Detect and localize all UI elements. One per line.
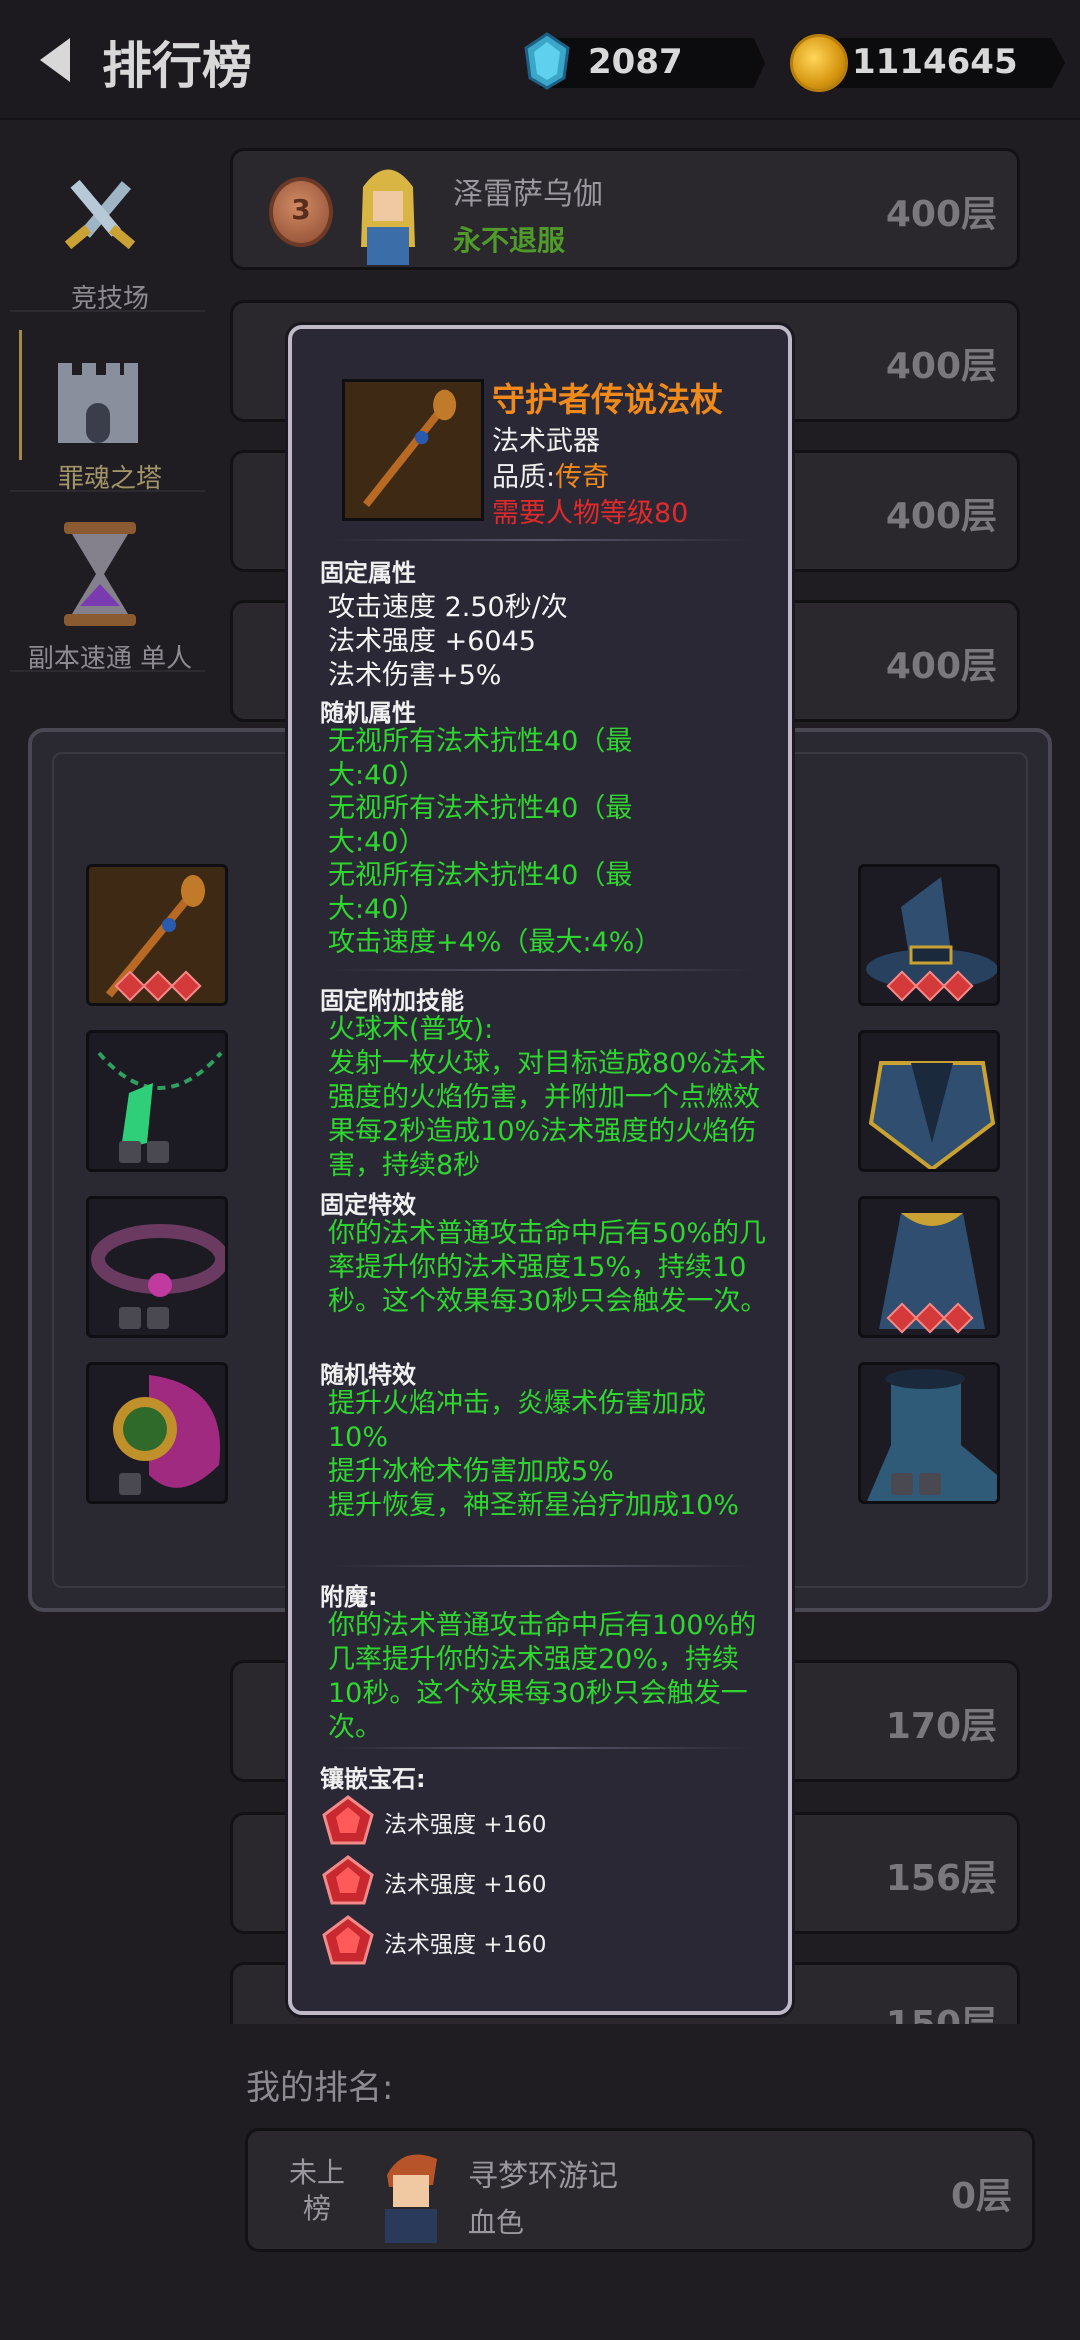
- level-requirement: 需要人物等级80: [492, 498, 689, 529]
- nav-divider: [10, 670, 205, 672]
- floor-count: 400层: [885, 646, 997, 687]
- bronze-medal-icon: 3: [269, 177, 333, 247]
- item-quality: 品质:传奇: [492, 455, 609, 494]
- quality-value: 传奇: [555, 462, 610, 493]
- divider: [332, 539, 752, 541]
- item-name: 守护者传说法杖: [492, 380, 723, 419]
- fixed-attr: 法术伤害+5%: [328, 660, 502, 691]
- gem-stat: 法术强度 +160: [384, 1812, 547, 1838]
- socket-gems: [119, 1141, 169, 1163]
- socket-gems: [119, 1307, 169, 1329]
- gem-currency-icon: [524, 32, 570, 90]
- my-rank-header: 我的排名:: [246, 2068, 394, 2108]
- fixed-attr-header: 固定属性: [320, 559, 416, 587]
- player-name: 寻梦环游记: [468, 2159, 618, 2194]
- floor-count: 0层: [950, 2176, 1012, 2217]
- enchant-header: 附魔:: [320, 1583, 378, 1611]
- random-attr: 无视所有法术抗性40（最大:40）: [328, 726, 633, 791]
- castle-tower-icon: [58, 363, 138, 443]
- ring-icon: [113, 1375, 221, 1488]
- ranking-row[interactable]: 3 泽雷萨乌伽 永不退服 400层: [230, 148, 1020, 270]
- equip-slot-shoulders[interactable]: [858, 1030, 1000, 1172]
- player-name: 泽雷萨乌伽: [453, 177, 603, 212]
- random-effect: 提升火焰冲击，炎爆术伤害加成10%: [328, 1388, 706, 1453]
- gem-stat: 法术强度 +160: [384, 1872, 547, 1898]
- player-title: 永不退服: [453, 224, 566, 257]
- equip-slot-ring[interactable]: [86, 1362, 228, 1504]
- socket-gems: [886, 970, 974, 1002]
- equip-slot-necklace[interactable]: [86, 1030, 228, 1172]
- socket-gems: [114, 970, 202, 1002]
- red-gem-icon: [322, 1855, 374, 1905]
- coin-count: 1114645: [852, 42, 1018, 82]
- nav-divider: [10, 310, 205, 312]
- hourglass-icon: [64, 522, 136, 626]
- socket-gems: [891, 1473, 941, 1495]
- floor-count: 156层: [885, 1858, 997, 1899]
- player-title: 血色: [468, 2206, 525, 2239]
- equip-slot-boots[interactable]: [858, 1362, 1000, 1504]
- back-arrow-icon[interactable]: [40, 38, 70, 82]
- socket-gems: [886, 1302, 974, 1334]
- rank-number: 3: [291, 193, 311, 226]
- enchant-text: 你的法术普通攻击命中后有100%的几率提升你的法术强度20%，持续10秒。这个效…: [328, 1610, 757, 1743]
- crossed-swords-icon: [64, 179, 136, 250]
- equip-slot-belt[interactable]: [86, 1196, 228, 1338]
- red-gem-icon: [322, 1915, 374, 1965]
- floor-count: 400层: [885, 194, 997, 235]
- top-bar: 排行榜 2087 1114645: [0, 0, 1080, 120]
- fixed-effect-header: 固定特效: [320, 1191, 416, 1219]
- gem-count: 2087: [588, 42, 683, 82]
- gem-counter: 2087: [540, 38, 765, 88]
- floor-count: 170层: [885, 1706, 997, 1747]
- tooltip-item-frame: [342, 379, 484, 521]
- fixed-effect: 你的法术普通攻击命中后有50%的几率提升你的法术强度15%，持续10秒。这个效果…: [328, 1218, 768, 1317]
- item-tooltip: 守护者传说法杖 法术武器 品质:传奇 需要人物等级80 固定属性 攻击速度 2.…: [288, 325, 792, 2015]
- nav-divider: [10, 490, 205, 492]
- staff-icon: [363, 389, 457, 507]
- divider: [332, 1747, 752, 1749]
- socket-gems: [119, 1473, 141, 1495]
- equip-slot-hat[interactable]: [858, 864, 1000, 1006]
- random-attr: 无视所有法术抗性40（最大:40）: [328, 860, 633, 925]
- divider: [332, 969, 752, 971]
- red-gem-icon: [322, 1795, 374, 1845]
- random-attr: 无视所有法术抗性40（最大:40）: [328, 793, 633, 858]
- random-attr: 攻击速度+4%（最大:4%）: [328, 927, 662, 958]
- divider: [332, 1565, 752, 1567]
- random-effect: 提升恢复，神圣新星治疗加成10%: [328, 1490, 740, 1521]
- shoulder-armor-icon: [868, 1061, 996, 1169]
- floor-count: 150层: [886, 1995, 997, 2024]
- my-rank-row[interactable]: 未上榜 寻梦环游记 血色 0层: [245, 2128, 1035, 2252]
- floor-count: 400层: [885, 346, 997, 387]
- item-type: 法术武器: [492, 426, 600, 457]
- quality-label: 品质:: [492, 462, 556, 493]
- gem-stat: 法术强度 +160: [384, 1932, 547, 1958]
- avatar: [343, 157, 433, 265]
- equip-slot-robe[interactable]: [858, 1196, 1000, 1338]
- gems-header: 镶嵌宝石:: [320, 1765, 426, 1793]
- coin-currency-icon: [790, 34, 848, 92]
- rank-status: 未上榜: [288, 2156, 345, 2225]
- floor-count: 400层: [885, 496, 997, 537]
- avatar: [385, 2154, 437, 2243]
- random-effect-header: 随机特效: [320, 1361, 416, 1389]
- fixed-skill: 火球术(普攻): 发射一枚火球，对目标造成80%法术强度的火焰伤害，并附加一个点…: [328, 1014, 767, 1181]
- page-title: 排行榜: [102, 37, 252, 95]
- fixed-skill-header: 固定附加技能: [320, 987, 464, 1015]
- random-effect: 提升冰枪术伤害加成5%: [328, 1456, 614, 1487]
- random-attr-header: 随机属性: [320, 699, 416, 727]
- equip-slot-weapon[interactable]: [86, 864, 228, 1006]
